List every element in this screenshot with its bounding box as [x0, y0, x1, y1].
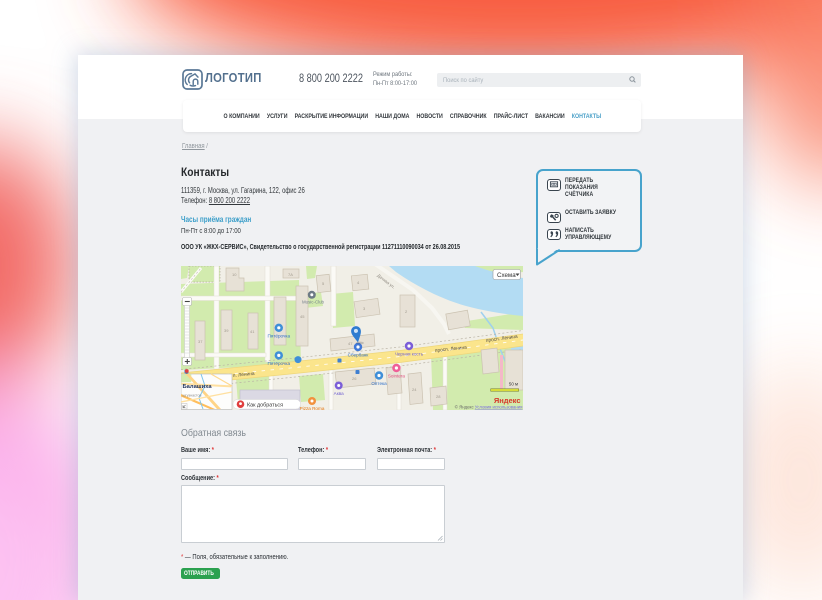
svg-text:Сбербанк: Сбербанк	[348, 352, 370, 357]
svg-text:Pizza Roma: Pizza Roma	[300, 406, 325, 410]
svg-text:28: 28	[436, 394, 441, 399]
svg-text:Пятёрочка: Пятёрочка	[268, 361, 291, 366]
svg-text:Оптека: Оптека	[371, 381, 387, 386]
svg-text:26: 26	[352, 376, 357, 381]
svg-text:шгузнастов: шгузнастов	[183, 393, 202, 397]
svg-text:Черная кость: Черная кость	[395, 351, 424, 356]
svg-text:10: 10	[232, 272, 237, 277]
svg-text:24: 24	[412, 387, 417, 392]
svg-text:45: 45	[300, 314, 305, 319]
svg-text:Music-Club: Music-Club	[302, 299, 325, 304]
svg-text:Аква: Аква	[334, 391, 344, 396]
svg-text:Схема: Схема	[497, 272, 516, 279]
svg-text:Как добраться: Как добраться	[247, 402, 283, 408]
svg-text:50 м: 50 м	[509, 381, 518, 386]
svg-text:47: 47	[348, 341, 353, 346]
svg-text:Балашиха: Балашиха	[183, 384, 213, 390]
svg-text:37: 37	[198, 339, 203, 344]
svg-text:7А: 7А	[288, 272, 293, 277]
svg-text:39: 39	[224, 328, 229, 333]
svg-text:Sointera: Sointera	[388, 373, 406, 378]
svg-text:© Яндекс Условия использования: © Яндекс Условия использования	[455, 404, 523, 409]
svg-text:41: 41	[250, 329, 255, 334]
svg-text:Пятёрочка: Пятёрочка	[268, 333, 291, 338]
